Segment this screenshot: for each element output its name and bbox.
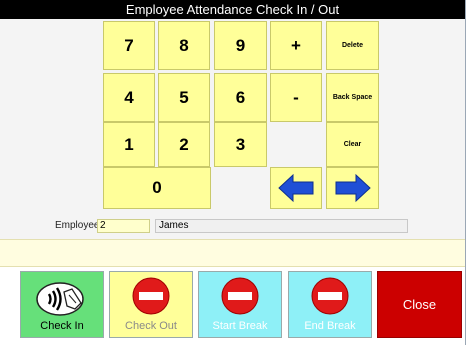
end-break-button[interactable]: End Break: [288, 271, 372, 338]
employee-id-field[interactable]: 2: [97, 219, 150, 233]
status-bar: [0, 239, 465, 267]
key-3[interactable]: 3: [214, 122, 267, 167]
delete-button[interactable]: Delete: [326, 21, 379, 70]
key-4[interactable]: 4: [103, 73, 155, 122]
no-entry-icon: [221, 277, 259, 315]
key-1[interactable]: 1: [103, 122, 155, 167]
arrow-left-button[interactable]: [270, 167, 322, 209]
key-plus[interactable]: +: [270, 21, 322, 70]
action-bar: Check In Check Out Start Break End Break…: [0, 267, 465, 345]
key-7[interactable]: 7: [103, 21, 155, 70]
window-title: Employee Attendance Check In / Out: [0, 0, 465, 19]
check-in-label: Check In: [40, 320, 84, 332]
end-break-label: End Break: [304, 320, 356, 332]
key-minus[interactable]: -: [270, 73, 322, 122]
employee-name-field: James: [155, 219, 408, 233]
key-9[interactable]: 9: [214, 21, 267, 70]
check-in-button[interactable]: Check In: [20, 271, 104, 338]
arrow-right-icon: [335, 173, 371, 203]
key-0[interactable]: 0: [103, 167, 211, 209]
start-break-button[interactable]: Start Break: [198, 271, 282, 338]
key-2[interactable]: 2: [158, 122, 210, 167]
key-5[interactable]: 5: [158, 73, 210, 122]
clear-button[interactable]: Clear: [326, 122, 379, 167]
backspace-button[interactable]: Back Space: [326, 73, 379, 122]
employee-label: Employee:: [55, 220, 103, 231]
contactless-card-icon: [36, 282, 84, 316]
close-button[interactable]: Close: [377, 271, 462, 338]
key-6[interactable]: 6: [214, 73, 267, 122]
no-entry-icon: [311, 277, 349, 315]
attendance-window: Employee Attendance Check In / Out 7 8 9…: [0, 0, 466, 345]
no-entry-icon: [132, 277, 170, 315]
check-out-label: Check Out: [125, 320, 177, 332]
key-8[interactable]: 8: [158, 21, 210, 70]
check-out-button[interactable]: Check Out: [109, 271, 193, 338]
keypad-panel: 7 8 9 + Delete 4 5 6 - Back Space 1 2 3 …: [0, 19, 465, 239]
arrow-right-button[interactable]: [326, 167, 379, 209]
arrow-left-icon: [278, 173, 314, 203]
start-break-label: Start Break: [212, 320, 268, 332]
